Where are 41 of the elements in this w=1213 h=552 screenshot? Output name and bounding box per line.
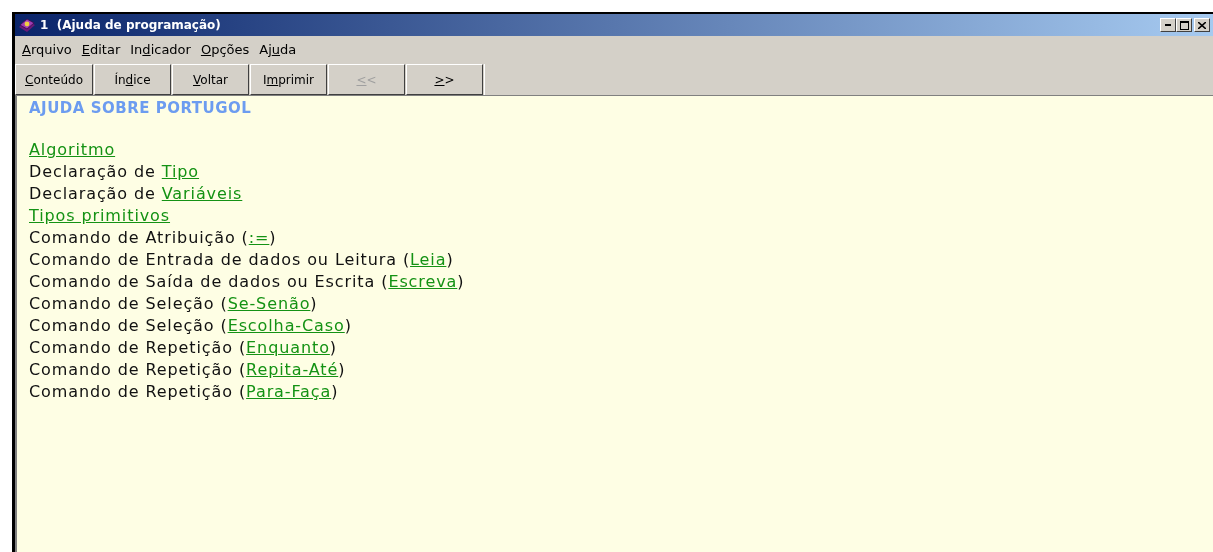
maximize-icon <box>1179 20 1189 30</box>
help-book-icon <box>18 17 36 33</box>
help-link[interactable]: Escreva <box>388 272 458 291</box>
help-line: Comando de Repetição (Para-Faça) <box>29 381 339 403</box>
help-line: Declaração de Tipo <box>29 161 200 183</box>
help-line: Comando de Seleção (Se-Senão) <box>29 293 318 315</box>
menu-item[interactable]: Ajuda <box>254 41 302 57</box>
help-link[interactable]: Repita-Até <box>246 360 339 379</box>
window-title: 1 (Ajuda de programação) <box>40 18 222 32</box>
maximize-button[interactable] <box>1176 18 1192 32</box>
close-icon <box>1198 21 1206 29</box>
help-link[interactable]: Para-Faça <box>246 382 332 401</box>
menu-item[interactable]: Arquivo <box>17 41 77 57</box>
help-link[interactable]: Enquanto <box>246 338 330 357</box>
help-link[interactable]: Leia <box>410 250 447 269</box>
help-heading: AJUDA SOBRE PORTUGOL <box>29 99 253 117</box>
help-line: Comando de Repetição (Repita-Até) <box>29 359 346 381</box>
help-line: Comando de Atribuição (:=) <box>29 227 277 249</box>
help-line: Comando de Entrada de dados ou Leitura (Leia) <box>29 249 454 271</box>
help-link[interactable]: Tipos primitivos <box>29 205 171 227</box>
help-line: Declaração de Variáveis <box>29 183 243 205</box>
help-line: Comando de Saída de dados ou Escrita (Escreva) <box>29 271 465 293</box>
menu-item[interactable]: Editar <box>76 41 126 57</box>
toolbar-button[interactable]: Conteúdo <box>15 64 93 95</box>
toolbar-button[interactable]: >> <box>406 64 483 95</box>
menu-item[interactable]: Opções <box>195 41 255 57</box>
menu-item[interactable]: Indicador <box>125 41 196 57</box>
help-link[interactable]: Algoritmo <box>29 139 116 161</box>
help-link[interactable]: := <box>248 228 270 247</box>
close-button[interactable] <box>1194 18 1210 32</box>
help-link[interactable]: Escolha-Caso <box>227 316 345 335</box>
help-link[interactable]: Se-Senão <box>227 294 311 313</box>
toolbar-button[interactable]: Índice <box>94 64 171 95</box>
toolbar-button[interactable]: Voltar <box>172 64 249 95</box>
help-link[interactable]: Variáveis <box>161 184 243 203</box>
help-link[interactable]: Tipo <box>161 162 200 181</box>
help-line: Comando de Seleção (Escolha-Caso) <box>29 315 352 337</box>
toolbar-button[interactable]: Imprimir <box>250 64 327 95</box>
help-line: Comando de Repetição (Enquanto) <box>29 337 337 359</box>
minimize-icon <box>1165 24 1171 26</box>
minimize-button[interactable] <box>1160 18 1176 32</box>
